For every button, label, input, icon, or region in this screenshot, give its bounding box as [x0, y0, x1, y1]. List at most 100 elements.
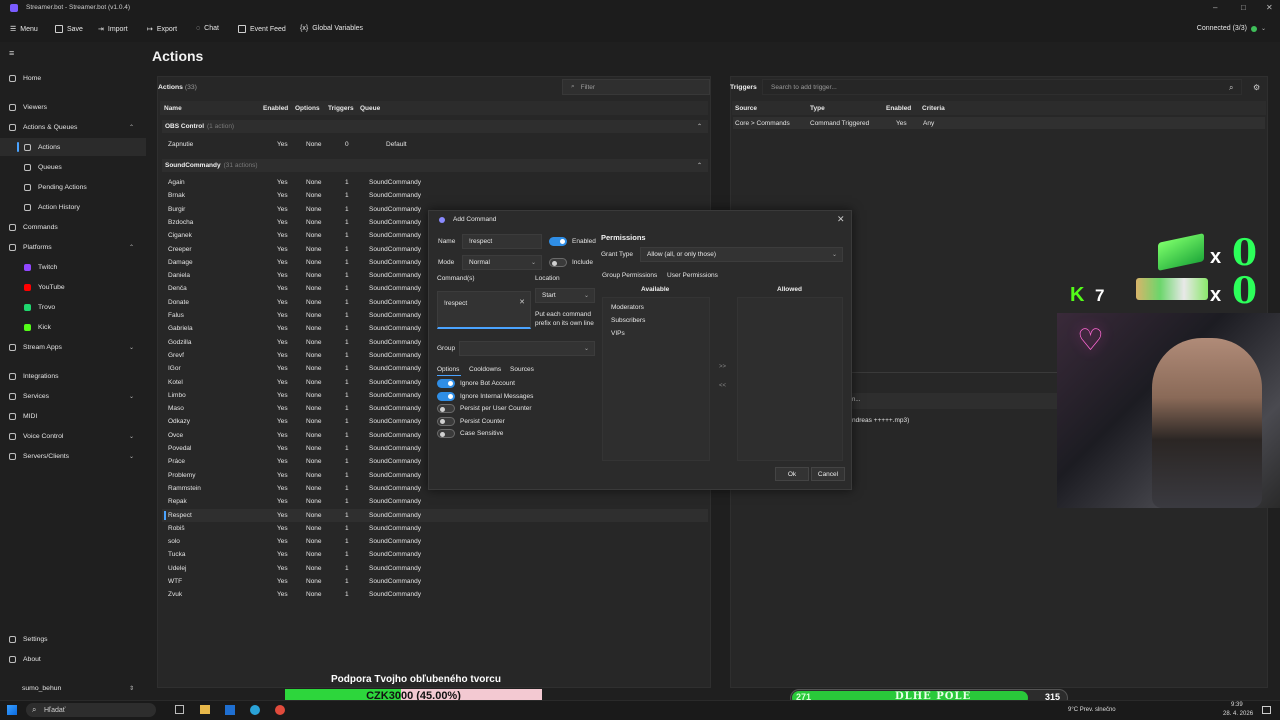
column-header-criteria[interactable]: Criteria — [922, 105, 945, 112]
close-icon[interactable]: ✕ — [1266, 3, 1273, 12]
import-button[interactable]: ⇥ Import — [98, 25, 128, 34]
option-toggle[interactable] — [437, 429, 455, 439]
list-item[interactable]: Moderators — [611, 304, 644, 311]
file-explorer-icon[interactable] — [200, 705, 210, 714]
sidebar-item-action-history[interactable]: Action History — [0, 198, 146, 216]
sidebar-item-actions-queues[interactable]: Actions & Queues ⌃ — [0, 118, 146, 136]
mode-select[interactable]: Normal ⌄ — [462, 255, 542, 270]
sidebar-item-trovo[interactable]: Trovo — [0, 298, 146, 316]
weather-text[interactable]: 9°C Prev. slnečno — [1068, 707, 1116, 713]
column-header-name[interactable]: Name — [164, 105, 182, 112]
sidebar-item-stream-apps[interactable]: Stream Apps ⌄ — [0, 338, 146, 356]
column-header-options[interactable]: Options — [295, 105, 320, 112]
user-profile[interactable]: sumo_behun ⇕ — [0, 679, 146, 697]
sidebar-item-servers-clients[interactable]: Servers/Clients ⌄ — [0, 447, 146, 465]
table-row[interactable]: Repak Yes None 1 SoundCommandy — [162, 495, 708, 508]
sidebar-item-integrations[interactable]: Integrations — [0, 367, 146, 385]
table-row[interactable]: Brnak Yes None 1 SoundCommandy — [162, 189, 708, 202]
tab-options[interactable]: Options — [437, 366, 459, 373]
table-row[interactable]: Zapnutie Yes None 0 Default — [162, 138, 708, 151]
column-header-source[interactable]: Source — [735, 105, 757, 112]
close-icon[interactable]: ✕ — [837, 214, 845, 225]
sidebar-item-queues[interactable]: Queues — [0, 158, 146, 176]
sidebar-item-pending-actions[interactable]: Pending Actions — [0, 178, 146, 196]
table-row[interactable]: Respect Yes None 1 SoundCommandy — [162, 508, 708, 522]
trigger-row[interactable]: Core > Commands Command Triggered Yes An… — [733, 117, 1265, 129]
task-view-icon[interactable] — [175, 705, 184, 714]
subaction-item[interactable]: ndreas +++++.mp3) — [852, 417, 909, 424]
available-list[interactable]: Moderators Subscribers VIPs — [602, 297, 710, 461]
chat-button[interactable]: ◌ Chat — [196, 25, 219, 32]
table-row[interactable]: solo Yes None 1 SoundCommandy — [162, 535, 708, 548]
event-feed-button[interactable]: Event Feed — [238, 25, 286, 33]
option-toggle[interactable] — [437, 379, 455, 388]
sidebar-item-settings[interactable]: Settings — [0, 630, 146, 648]
clear-icon[interactable]: ✕ — [519, 298, 525, 306]
cancel-button[interactable]: Cancel — [811, 467, 845, 481]
include-toggle[interactable] — [549, 258, 567, 267]
group-obs-control[interactable]: OBS Control (1 action) ⌃ — [162, 120, 708, 133]
export-button[interactable]: ↦ Export — [147, 25, 177, 34]
table-row[interactable]: Udelej Yes None 1 SoundCommandy — [162, 562, 708, 575]
taskbar-search-input[interactable]: ⌕ Hľadať — [26, 703, 156, 717]
allowed-list[interactable] — [737, 297, 843, 461]
clock-date[interactable]: 28. 4. 2026 — [1223, 711, 1253, 717]
table-row[interactable]: Zvuk Yes None 1 SoundCommandy — [162, 588, 708, 601]
table-row[interactable]: Robiš Yes None 1 SoundCommandy — [162, 522, 708, 535]
start-icon[interactable] — [7, 705, 17, 715]
sidebar-item-commands[interactable]: Commands — [0, 218, 146, 236]
tab-sources[interactable]: Sources — [510, 366, 534, 373]
move-right-button[interactable]: >> — [719, 364, 726, 370]
edge-icon[interactable] — [250, 705, 260, 715]
sidebar-item-home[interactable]: Home — [0, 69, 146, 87]
search-icon[interactable]: ⌕ — [1229, 83, 1233, 93]
sidebar-item-voice-control[interactable]: Voice Control ⌄ — [0, 427, 146, 445]
option-toggle[interactable] — [437, 416, 455, 426]
move-left-button[interactable]: << — [719, 383, 726, 389]
clock-time[interactable]: 9:39 — [1231, 702, 1243, 708]
column-header-enabled[interactable]: Enabled — [263, 105, 288, 112]
save-button[interactable]: Save — [55, 25, 83, 33]
table-row[interactable]: WTF Yes None 1 SoundCommandy — [162, 575, 708, 588]
store-icon[interactable] — [225, 705, 235, 715]
global-variables-button[interactable]: {x} Global Variables — [300, 25, 363, 32]
notification-icon[interactable] — [1262, 706, 1271, 714]
list-item[interactable]: Subscribers — [611, 317, 645, 324]
settings-icon[interactable]: ⚙ — [1253, 83, 1260, 92]
option-toggle[interactable] — [437, 404, 455, 414]
maximize-icon[interactable]: □ — [1241, 3, 1246, 12]
grant-type-select[interactable]: Allow (all, or only those) ⌄ — [640, 247, 843, 262]
table-row[interactable]: Tucka Yes None 1 SoundCommandy — [162, 548, 708, 561]
option-toggle[interactable] — [437, 391, 455, 401]
group-soundcommandy[interactable]: SoundCommandy (31 actions) ⌃ — [162, 159, 708, 172]
minimize-icon[interactable]: – — [1213, 3, 1217, 12]
sidebar-item-viewers[interactable]: Viewers — [0, 98, 146, 116]
sidebar-item-platforms[interactable]: Platforms ⌃ — [0, 238, 146, 256]
sidebar-item-youtube[interactable]: YouTube — [0, 278, 146, 296]
actions-filter-input[interactable]: ⌕ Filter — [562, 79, 710, 95]
sidebar-item-about[interactable]: About — [0, 650, 146, 668]
connection-status[interactable]: Connected (3/3) ⌄ — [1197, 25, 1266, 32]
hamburger-icon[interactable]: ≡ — [9, 48, 14, 58]
table-row[interactable]: Again Yes None 1 SoundCommandy — [162, 176, 708, 189]
tab-group-permissions[interactable]: Group Permissions — [602, 272, 657, 279]
sidebar-item-services[interactable]: Services ⌄ — [0, 387, 146, 405]
chrome-icon[interactable] — [275, 705, 285, 715]
trigger-search-input[interactable]: Search to add trigger... — [762, 79, 1242, 95]
location-select[interactable]: Start ⌄ — [535, 288, 595, 303]
group-select[interactable]: ⌄ — [459, 341, 595, 356]
menu-button[interactable]: ☰ Menu — [10, 25, 38, 34]
sidebar-item-actions[interactable]: Actions — [0, 138, 146, 156]
column-header-queue[interactable]: Queue — [360, 105, 380, 112]
column-header-trigger-enabled[interactable]: Enabled — [886, 105, 911, 112]
sidebar-item-kick[interactable]: Kick — [0, 318, 146, 336]
tab-cooldowns[interactable]: Cooldowns — [469, 366, 501, 373]
list-item[interactable]: VIPs — [611, 330, 625, 337]
ok-button[interactable]: Ok — [775, 467, 809, 481]
sidebar-item-twitch[interactable]: Twitch — [0, 258, 146, 276]
column-header-triggers[interactable]: Triggers — [328, 105, 354, 112]
sidebar-item-midi[interactable]: MIDI — [0, 407, 146, 425]
enabled-toggle[interactable] — [549, 237, 567, 246]
name-input[interactable]: !respect — [462, 234, 542, 249]
commands-textarea[interactable]: !respect ✕ — [437, 291, 531, 329]
